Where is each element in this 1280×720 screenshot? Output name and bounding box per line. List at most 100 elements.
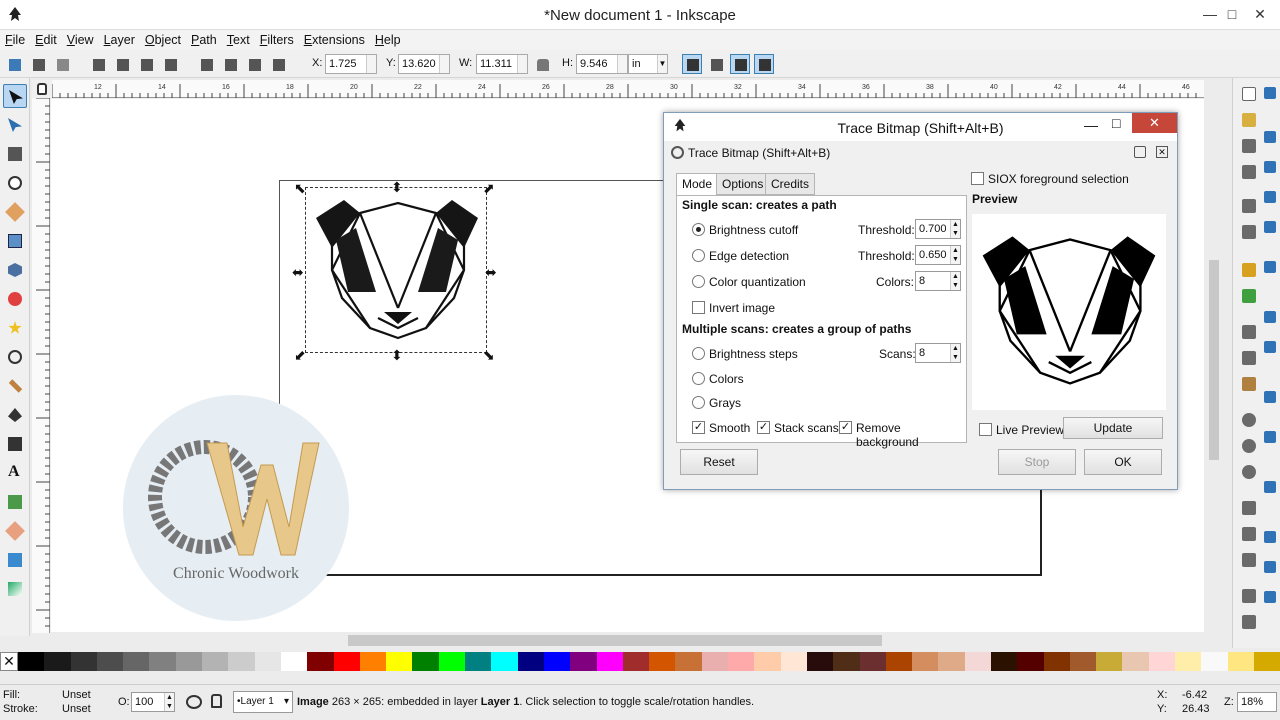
opacity-input[interactable]: 100 ▲ ▼ <box>131 692 175 712</box>
palette-swatch[interactable] <box>938 652 965 671</box>
cut-icon[interactable] <box>1239 348 1259 368</box>
palette-swatch[interactable] <box>701 652 729 671</box>
close-button[interactable]: ✕ <box>1240 0 1280 30</box>
palette-swatch[interactable] <box>491 652 518 671</box>
palette-swatch[interactable] <box>412 652 439 671</box>
text-tool-icon[interactable]: A <box>3 461 27 485</box>
palette-swatch[interactable] <box>833 652 860 671</box>
menu-text[interactable]: Text <box>222 30 255 50</box>
import-icon[interactable] <box>1239 196 1259 216</box>
palette-swatch[interactable] <box>517 652 544 671</box>
palette-swatch[interactable] <box>649 652 676 671</box>
snap-bbox-icon[interactable] <box>1261 128 1279 148</box>
zoom-drawing-icon[interactable] <box>1239 436 1259 456</box>
flip-horizontal-icon[interactable] <box>136 54 156 74</box>
snap-toggle-icon[interactable] <box>1261 84 1279 104</box>
palette-swatch[interactable] <box>44 652 71 671</box>
tab-mode[interactable]: Mode <box>676 173 719 196</box>
h-input[interactable]: 9.546 <box>576 54 628 74</box>
ellipse-tool-icon[interactable] <box>3 287 27 311</box>
palette-swatch[interactable] <box>596 652 623 671</box>
ungroup-icon[interactable] <box>1239 612 1259 632</box>
menu-help[interactable]: Help <box>370 30 406 50</box>
scale-handle-top-left[interactable]: ⬉ <box>294 180 306 197</box>
select-all-icon[interactable] <box>4 54 24 74</box>
rotate-cw-icon[interactable] <box>112 54 132 74</box>
palette-swatch[interactable] <box>912 652 939 671</box>
palette-swatch[interactable] <box>386 652 413 671</box>
stop-button[interactable]: Stop <box>998 449 1076 475</box>
tab-options[interactable]: Options <box>716 173 770 195</box>
brightness-cutoff-radio[interactable] <box>692 223 705 236</box>
paste-icon[interactable] <box>1239 374 1259 394</box>
calligraphy-tool-icon[interactable] <box>3 432 27 456</box>
menu-view[interactable]: View <box>62 30 99 50</box>
menu-filters[interactable]: Filters <box>255 30 299 50</box>
star-tool-icon[interactable] <box>3 316 27 340</box>
transform-patterns-icon[interactable] <box>754 54 774 74</box>
no-paint-icon[interactable]: ✕ <box>0 652 18 671</box>
palette-swatch[interactable] <box>1201 652 1228 671</box>
edge-detection-radio[interactable] <box>692 249 705 262</box>
threshold-input-1[interactable]: 0.700 ▲ ▼ <box>915 219 961 239</box>
measure-tool-icon[interactable] <box>3 200 27 224</box>
rectangle-tool-icon[interactable] <box>3 229 27 253</box>
palette-swatch[interactable] <box>18 652 45 671</box>
clone-icon[interactable] <box>1239 524 1259 544</box>
save-icon[interactable] <box>1239 136 1259 156</box>
snap-centers-icon[interactable] <box>1261 428 1279 448</box>
spiral-tool-icon[interactable] <box>3 345 27 369</box>
palette-swatch[interactable] <box>1253 652 1280 671</box>
colors-radio[interactable] <box>692 372 705 385</box>
palette-swatch[interactable] <box>1122 652 1149 671</box>
panel-iconify-icon[interactable] <box>1134 146 1146 158</box>
y-input[interactable]: 13.620 <box>398 54 450 74</box>
menu-layer[interactable]: Layer <box>99 30 140 50</box>
snap-paths-icon[interactable] <box>1261 308 1279 328</box>
color-palette[interactable] <box>18 652 1280 671</box>
palette-swatch[interactable] <box>570 652 597 671</box>
new-document-icon[interactable] <box>1239 84 1259 104</box>
open-icon[interactable] <box>1239 110 1259 130</box>
unlink-clone-icon[interactable] <box>1239 550 1259 570</box>
dialog-close-button[interactable]: ✕ <box>1132 113 1177 133</box>
scale-stroke-icon[interactable] <box>682 54 702 74</box>
dialog-maximize-button[interactable]: □ <box>1112 115 1120 131</box>
palette-swatch[interactable] <box>438 652 466 671</box>
tweak-tool-icon[interactable] <box>3 142 27 166</box>
rotate-ccw-icon[interactable] <box>88 54 108 74</box>
snap-page-icon[interactable] <box>1261 528 1279 548</box>
stack-scans-checkbox[interactable]: ✓ <box>757 421 770 434</box>
snap-guides-icon[interactable] <box>1261 588 1279 608</box>
lock-guides-icon[interactable] <box>37 83 47 95</box>
horizontal-scroll-thumb[interactable] <box>348 635 882 646</box>
raise-to-top-icon[interactable] <box>196 54 216 74</box>
palette-swatch[interactable] <box>1017 652 1044 671</box>
smooth-checkbox[interactable]: ✓ <box>692 421 705 434</box>
menu-file[interactable]: File <box>0 30 30 50</box>
siox-checkbox[interactable] <box>971 172 984 185</box>
scale-handle-left[interactable]: ⬌ <box>292 264 304 281</box>
selector-tool-icon[interactable] <box>3 84 27 108</box>
zoom-tool-icon[interactable] <box>3 171 27 195</box>
scale-handle-top[interactable]: ⬍ <box>391 179 403 196</box>
ok-button[interactable]: OK <box>1084 449 1162 475</box>
duplicate-icon[interactable] <box>1239 498 1259 518</box>
zoom-selection-icon[interactable] <box>1239 410 1259 430</box>
palette-swatch[interactable] <box>1096 652 1123 671</box>
zoom-input[interactable]: 18% <box>1237 692 1277 712</box>
menu-extensions[interactable]: Extensions <box>299 30 370 50</box>
palette-swatch[interactable] <box>1043 652 1070 671</box>
tab-credits[interactable]: Credits <box>765 173 816 195</box>
fill-value[interactable]: Unset <box>62 689 91 701</box>
spray-tool-icon[interactable] <box>3 490 27 514</box>
invert-image-checkbox[interactable] <box>692 301 705 314</box>
palette-swatch[interactable] <box>333 652 360 671</box>
snap-smooth-nodes-icon[interactable] <box>1261 388 1279 408</box>
menu-edit[interactable]: Edit <box>30 30 62 50</box>
palette-swatch[interactable] <box>359 652 387 671</box>
palette-swatch[interactable] <box>1175 652 1202 671</box>
vertical-scrollbar[interactable] <box>1206 80 1222 633</box>
print-icon[interactable] <box>1239 162 1259 182</box>
snap-rotation-centers-icon[interactable] <box>1261 478 1279 498</box>
